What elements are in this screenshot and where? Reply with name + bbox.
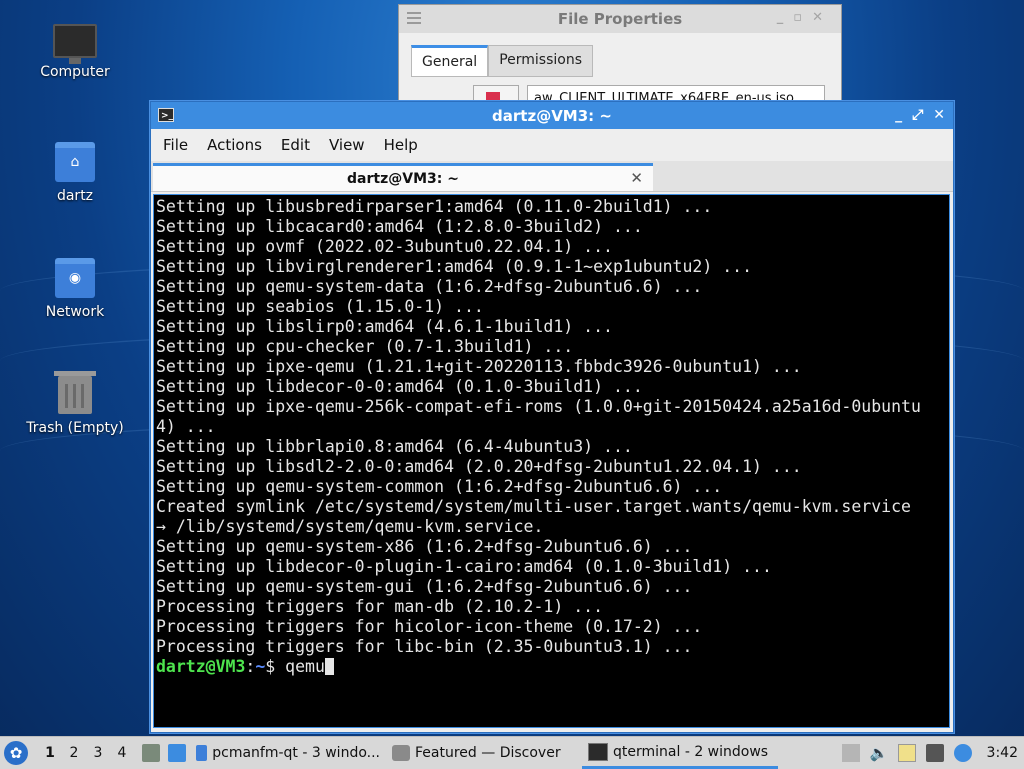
task-qterminal[interactable]: qterminal - 2 windows bbox=[582, 737, 778, 769]
home-folder-icon: ⌂ bbox=[55, 142, 95, 182]
menu-view[interactable]: View bbox=[329, 136, 365, 154]
folder-icon bbox=[196, 745, 208, 761]
tab-close-icon[interactable]: ✕ bbox=[630, 169, 643, 187]
prompt-separator: : bbox=[245, 657, 256, 676]
window-controls: _ ⤢ ✕ bbox=[895, 107, 945, 123]
terminal-tabbar: dartz@VM3: ~ ✕ bbox=[151, 161, 953, 192]
discover-icon bbox=[392, 745, 410, 761]
terminal-output-line: Processing triggers for man-db (2.10.2-1… bbox=[156, 597, 604, 616]
terminal-output-line: Setting up libusbredirparser1:amd64 (0.1… bbox=[156, 197, 713, 216]
task-discover[interactable]: Featured — Discover bbox=[386, 737, 582, 769]
updates-icon[interactable] bbox=[841, 744, 860, 762]
terminal-output-line: Setting up ovmf (2022.02-3ubuntu0.22.04.… bbox=[156, 237, 613, 256]
workspace-4[interactable]: 4 bbox=[110, 745, 134, 761]
terminal-output-line: Setting up ipxe-qemu-256k-compat-efi-rom… bbox=[156, 397, 921, 416]
menu-edit[interactable]: Edit bbox=[281, 136, 310, 154]
desktop-icon-trash[interactable]: Trash (Empty) bbox=[20, 371, 130, 436]
prompt-path: ~ bbox=[255, 657, 266, 676]
quicklaunch-icon[interactable] bbox=[142, 744, 160, 762]
terminal-app-icon: >_ bbox=[158, 108, 174, 122]
terminal-output-line: Setting up qemu-system-gui (1:6.2+dfsg-2… bbox=[156, 577, 693, 596]
tab-general[interactable]: General bbox=[411, 45, 489, 77]
maximize-icon[interactable]: ⤢ bbox=[912, 107, 923, 123]
terminal-output-line: Setting up cpu-checker (0.7-1.3build1) .… bbox=[156, 337, 574, 356]
terminal-output-line: Processing triggers for hicolor-icon-the… bbox=[156, 617, 703, 636]
trash-icon bbox=[54, 371, 96, 414]
file-properties-window[interactable]: File Properties _▫✕ General Permissions … bbox=[398, 4, 842, 107]
window-menu-icon[interactable] bbox=[407, 12, 421, 24]
task-label: pcmanfm-qt - 3 windo... bbox=[212, 745, 380, 761]
volume-icon[interactable]: 🔈 bbox=[870, 744, 889, 762]
task-label: qterminal - 2 windows bbox=[613, 743, 769, 760]
desktop-icon-label: Trash (Empty) bbox=[26, 420, 124, 436]
tab-permissions[interactable]: Permissions bbox=[488, 45, 593, 77]
terminal-output-line: Setting up libcacard0:amd64 (1:2.8.0-3bu… bbox=[156, 217, 643, 236]
clipboard-icon[interactable] bbox=[897, 744, 916, 762]
terminal-output-line: Setting up qemu-system-data (1:6.2+dfsg-… bbox=[156, 277, 703, 296]
terminal-prompt-line[interactable]: dartz@VM3:~$ qemu bbox=[156, 657, 949, 677]
terminal-menubar: File Actions Edit View Help bbox=[151, 129, 953, 161]
prompt-user: dartz@VM3 bbox=[156, 657, 246, 676]
terminal-output-line: Setting up qemu-system-common (1:6.2+dfs… bbox=[156, 477, 723, 496]
terminal-output-line: Created symlink /etc/systemd/system/mult… bbox=[156, 497, 911, 516]
network-folder-icon: ◉ bbox=[55, 258, 95, 298]
window-title: dartz@VM3: ~ bbox=[492, 106, 612, 125]
terminal-output-line: Setting up libbrlapi0.8:amd64 (6.4-4ubun… bbox=[156, 437, 633, 456]
terminal-output-line: Setting up libsdl2-2.0-0:amd64 (2.0.20+d… bbox=[156, 457, 802, 476]
computer-icon bbox=[53, 24, 97, 64]
terminal-output-line: → /lib/systemd/system/qemu-kvm.service. bbox=[156, 517, 544, 536]
terminal-icon bbox=[588, 742, 608, 761]
terminal-output-line: Setting up seabios (1.15.0-1) ... bbox=[156, 297, 484, 316]
close-icon[interactable]: ✕ bbox=[933, 107, 945, 123]
command-input[interactable]: qemu bbox=[285, 657, 325, 676]
terminal-output-line: Setting up libdecor-0-0:amd64 (0.1.0-3bu… bbox=[156, 377, 643, 396]
taskbar: ✿ 1 2 3 4 pcmanfm-qt - 3 windo... Featur… bbox=[0, 736, 1024, 769]
terminal-titlebar[interactable]: >_ dartz@VM3: ~ _ ⤢ ✕ bbox=[151, 102, 953, 129]
terminal-output-line: Setting up libvirglrenderer1:amd64 (0.9.… bbox=[156, 257, 753, 276]
menu-help[interactable]: Help bbox=[384, 136, 418, 154]
desktop-icon-label: dartz bbox=[56, 188, 94, 204]
terminal-output-line: 4) ... bbox=[156, 417, 216, 436]
desktop-icon-label: Network bbox=[45, 304, 105, 320]
terminal-output-line: Processing triggers for libc-bin (2.35-0… bbox=[156, 637, 693, 656]
window-title: File Properties bbox=[557, 10, 683, 28]
terminal-tab[interactable]: dartz@VM3: ~ ✕ bbox=[153, 163, 653, 191]
start-menu-icon[interactable]: ✿ bbox=[4, 741, 28, 765]
desktop-icon-computer[interactable]: Computer bbox=[20, 24, 130, 80]
desktop-icon-network[interactable]: ◉ Network bbox=[20, 258, 130, 320]
clock[interactable]: 3:42 bbox=[987, 745, 1018, 761]
show-desktop-icon[interactable] bbox=[168, 744, 186, 762]
window-controls[interactable]: _▫✕ bbox=[777, 10, 833, 25]
terminal-output[interactable]: Setting up libusbredirparser1:amd64 (0.1… bbox=[153, 194, 950, 728]
terminal-output-line: Setting up ipxe-qemu (1.21.1+git-2022011… bbox=[156, 357, 802, 376]
network-icon[interactable] bbox=[925, 744, 944, 762]
terminal-lines: Setting up libusbredirparser1:amd64 (0.1… bbox=[156, 197, 949, 657]
desktop-icon-label: Computer bbox=[40, 64, 110, 80]
workspace-2[interactable]: 2 bbox=[62, 745, 86, 761]
terminal-window[interactable]: >_ dartz@VM3: ~ _ ⤢ ✕ File Actions Edit … bbox=[150, 101, 954, 733]
prompt-symbol: $ bbox=[265, 657, 286, 676]
menu-file[interactable]: File bbox=[163, 136, 188, 154]
menu-actions[interactable]: Actions bbox=[207, 136, 262, 154]
terminal-output-line: Setting up qemu-system-x86 (1:6.2+dfsg-2… bbox=[156, 537, 693, 556]
terminal-output-line: Setting up libdecor-0-plugin-1-cairo:amd… bbox=[156, 557, 772, 576]
notification-icon[interactable] bbox=[953, 744, 972, 762]
task-pcmanfm[interactable]: pcmanfm-qt - 3 windo... bbox=[190, 737, 386, 769]
text-cursor bbox=[324, 658, 334, 675]
workspace-3[interactable]: 3 bbox=[86, 745, 110, 761]
system-tray: 🔈 3:42 bbox=[837, 737, 1024, 769]
file-properties-titlebar[interactable]: File Properties _▫✕ bbox=[399, 5, 841, 33]
terminal-tab-label: dartz@VM3: ~ bbox=[347, 170, 459, 187]
minimize-icon[interactable]: _ bbox=[895, 107, 902, 123]
terminal-output-line: Setting up libslirp0:amd64 (4.6.1-1build… bbox=[156, 317, 613, 336]
task-label: Featured — Discover bbox=[415, 745, 561, 761]
workspace-1[interactable]: 1 bbox=[38, 745, 62, 761]
file-properties-tabs: General Permissions bbox=[411, 45, 593, 77]
desktop-icon-home[interactable]: ⌂ dartz bbox=[20, 142, 130, 204]
